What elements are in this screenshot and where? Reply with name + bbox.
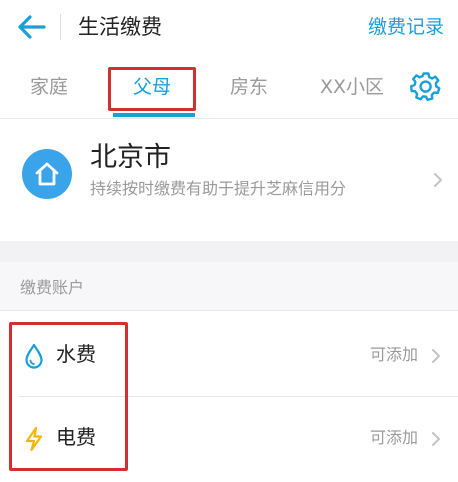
tab-xx-community[interactable]: XX小区 xyxy=(320,74,384,100)
page-title: 生活缴费 xyxy=(78,15,162,39)
bills-highlight-box xyxy=(9,322,128,471)
accounts-section-header: 缴费账户 xyxy=(0,262,458,311)
electric-add-status: 可添加 xyxy=(369,428,418,447)
section-spacer xyxy=(0,241,458,262)
chevron-right-icon xyxy=(432,171,444,189)
city-description: 持续按时缴费有助于提升芝麻信用分 xyxy=(90,179,347,198)
home-icon xyxy=(35,162,59,186)
tab-family[interactable]: 家庭 xyxy=(30,74,68,100)
top-nav-bar: 生活缴费 缴费记录 xyxy=(0,0,458,54)
arrow-left-icon xyxy=(18,15,46,39)
chevron-right-icon xyxy=(430,430,442,448)
water-add-status: 可添加 xyxy=(369,345,418,364)
city-card[interactable]: 北京市 持续按时缴费有助于提升芝麻信用分 xyxy=(0,119,458,241)
tab-landlord[interactable]: 房东 xyxy=(230,74,268,100)
active-tab-indicator xyxy=(113,113,195,117)
group-tabs: 家庭 父母 房东 XX小区 xyxy=(0,54,458,119)
city-name: 北京市 xyxy=(90,142,171,173)
tab-highlight-box xyxy=(108,67,196,111)
back-button[interactable] xyxy=(14,12,48,42)
header-divider xyxy=(60,14,61,40)
payment-record-link[interactable]: 缴费记录 xyxy=(368,14,444,40)
chevron-right-icon xyxy=(430,347,442,365)
gear-icon xyxy=(410,72,441,101)
settings-button[interactable] xyxy=(410,70,442,102)
living-payment-screen: 生活缴费 缴费记录 家庭 父母 房东 XX小区 北京市 持续按时缴费有助于提升芝… xyxy=(0,0,458,482)
section-title: 缴费账户 xyxy=(20,278,85,297)
city-icon-circle xyxy=(22,149,72,199)
